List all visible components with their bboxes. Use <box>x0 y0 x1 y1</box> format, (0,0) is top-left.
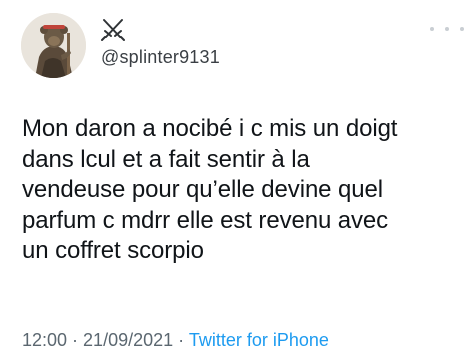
crossed-swords-icon <box>101 19 125 41</box>
dot <box>445 27 449 31</box>
tweet-text: Mon daron a nocibé i c mis un doigt dans… <box>22 115 398 264</box>
dot <box>430 27 434 31</box>
tweet-time[interactable]: 12:00 <box>22 330 67 350</box>
tweet-card: @splinter9131 Mon daron a nocibé i c mis… <box>0 0 476 355</box>
tweet-date[interactable]: 21/09/2021 <box>83 330 173 350</box>
tweet-meta: 12:00 · 21/09/2021 · Twitter for iPhone <box>22 329 329 351</box>
meta-separator: · <box>173 330 189 350</box>
tweet-source-link[interactable]: Twitter for iPhone <box>189 330 329 350</box>
dot <box>460 27 464 31</box>
more-dots-icon[interactable] <box>430 22 464 36</box>
avatar[interactable] <box>21 13 86 78</box>
avatar-image <box>21 13 86 78</box>
meta-separator: · <box>67 330 84 350</box>
user-handle[interactable]: @splinter9131 <box>101 46 220 68</box>
display-name[interactable] <box>100 16 126 44</box>
